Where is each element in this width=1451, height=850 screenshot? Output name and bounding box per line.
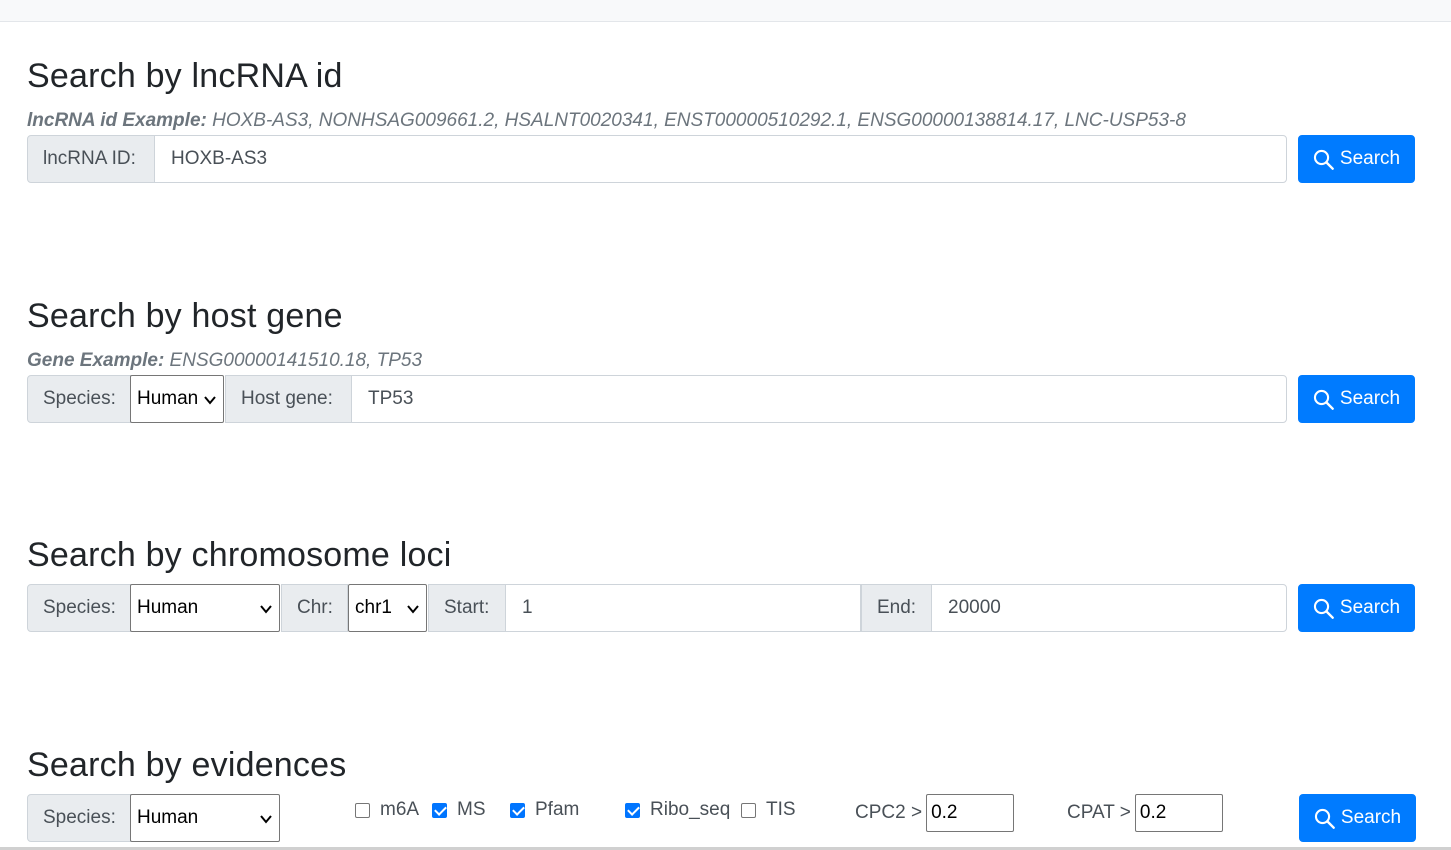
host-species-label: Species: — [27, 375, 131, 423]
cpc2-input[interactable]: 0.2 — [926, 794, 1015, 832]
evidence-species-label: Species: — [27, 794, 131, 842]
search-icon — [1313, 389, 1334, 410]
cpc2-label: CPC2 > — [855, 802, 923, 823]
host-section-title: Search by host gene — [27, 297, 343, 335]
search-icon — [1314, 808, 1335, 829]
evidence-search-button[interactable]: Search — [1299, 794, 1416, 842]
cpat-threshold: CPAT > 0.2 — [1067, 794, 1223, 832]
lncrna-id-label: lncRNA ID: — [27, 135, 155, 183]
m6a-checkbox[interactable] — [355, 802, 370, 818]
loci-species-select[interactable]: Human — [130, 584, 280, 632]
chromosome-loci-section: Search by chromosome loci Species: Human… — [27, 532, 1417, 642]
pfam-label: Pfam — [535, 799, 580, 820]
host-example-values: ENSG00000141510.18, TP53 — [164, 350, 423, 371]
host-search-row: Species: Human Host gene: TP53 Search — [27, 375, 1417, 423]
checkbox-m6a[interactable]: m6A — [355, 795, 419, 825]
checkbox-tis[interactable]: TIS — [741, 795, 796, 825]
host-gene-label: Host gene: — [225, 375, 352, 423]
loci-species-value: Human — [137, 597, 199, 618]
loci-chr-select[interactable]: chr1 — [348, 584, 427, 632]
lncrna-id-section: Search by lncRNA id lncRNA id Example: H… — [27, 52, 1417, 192]
loci-end-input[interactable]: 20000 — [931, 584, 1287, 632]
m6a-label: m6A — [380, 799, 420, 820]
ms-checkbox[interactable] — [432, 802, 447, 818]
checkbox-pfam[interactable]: Pfam — [510, 795, 579, 825]
lncrna-example: lncRNA id Example: HOXB-AS3, NONHSAG0096… — [27, 109, 1186, 133]
chevron-down-icon — [407, 605, 419, 614]
host-species-select[interactable]: Human — [130, 375, 224, 423]
host-example: Gene Example: ENSG00000141510.18, TP53 — [27, 349, 422, 373]
ribo-seq-checkbox[interactable] — [625, 802, 640, 818]
loci-start-label: Start: — [428, 584, 506, 632]
evidence-section-title: Search by evidences — [27, 746, 347, 784]
lncrna-search-button[interactable]: Search — [1298, 135, 1415, 183]
cpc2-threshold: CPC2 > 0.2 — [855, 794, 1015, 832]
loci-chr-value: chr1 — [355, 597, 392, 618]
cpat-input[interactable]: 0.2 — [1134, 794, 1223, 832]
search-button-label: Search — [1339, 148, 1401, 169]
lncrna-section-title: Search by lncRNA id — [27, 57, 343, 95]
evidence-species-value: Human — [137, 807, 199, 828]
tis-checkbox[interactable] — [741, 802, 756, 818]
evidence-search-row: Species: Human m6A MS Pfam Ribo_seq TIS … — [27, 794, 1417, 842]
evidence-species-select[interactable]: Human — [130, 794, 280, 842]
chevron-down-icon — [204, 396, 216, 405]
chevron-down-icon — [260, 605, 272, 614]
checkbox-ms[interactable]: MS — [432, 795, 486, 825]
loci-search-row: Species: Human Chr: chr1 Start: 1 End: 2… — [27, 584, 1417, 632]
lncrna-example-values: HOXB-AS3, NONHSAG009661.2, HSALNT0020341… — [206, 110, 1186, 131]
checkbox-ribo-seq[interactable]: Ribo_seq — [625, 795, 730, 825]
loci-search-button[interactable]: Search — [1298, 584, 1415, 632]
host-gene-input[interactable]: TP53 — [351, 375, 1287, 423]
loci-species-label: Species: — [27, 584, 131, 632]
search-icon — [1313, 149, 1334, 170]
ribo-seq-label: Ribo_seq — [650, 799, 731, 820]
loci-start-input[interactable]: 1 — [505, 584, 861, 632]
loci-chr-label: Chr: — [281, 584, 348, 632]
evidences-section: Search by evidences Species: Human m6A M… — [27, 742, 1417, 850]
chevron-down-icon — [260, 815, 272, 824]
loci-section-title: Search by chromosome loci — [27, 536, 452, 574]
host-species-value: Human — [137, 388, 199, 409]
host-gene-section: Search by host gene Gene Example: ENSG00… — [27, 292, 1417, 432]
host-example-label: Gene Example: — [27, 350, 165, 371]
lncrna-example-label: lncRNA id Example: — [27, 110, 207, 131]
pfam-checkbox[interactable] — [510, 802, 525, 818]
host-search-button[interactable]: Search — [1298, 375, 1415, 423]
search-button-label: Search — [1339, 597, 1401, 618]
search-icon — [1313, 598, 1334, 619]
ms-label: MS — [457, 799, 486, 820]
loci-end-label: End: — [861, 584, 932, 632]
lncrna-id-input[interactable]: HOXB-AS3 — [154, 135, 1287, 183]
search-button-label: Search — [1339, 388, 1401, 409]
tis-label: TIS — [766, 799, 796, 820]
search-button-label: Search — [1340, 807, 1402, 828]
top-navbar — [0, 0, 1451, 22]
lncrna-search-row: lncRNA ID: HOXB-AS3 Search — [27, 135, 1417, 183]
cpat-label: CPAT > — [1067, 802, 1131, 823]
